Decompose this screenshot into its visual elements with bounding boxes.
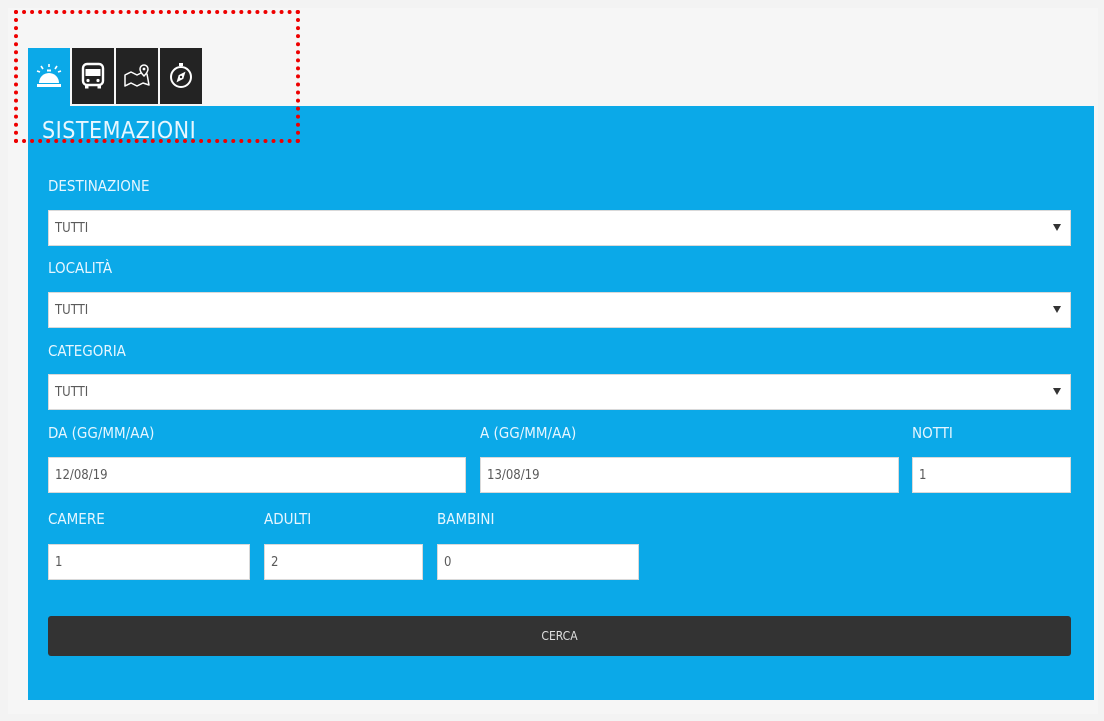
destinazione-select[interactable]: TUTTI [48, 210, 1071, 246]
date-to-label: A (GG/MM/AA) [480, 424, 577, 442]
map-pin-icon [124, 64, 150, 87]
bus-icon [81, 62, 105, 89]
date-from-label: DA (GG/MM/AA) [48, 424, 155, 442]
notti-value: 1 [919, 467, 927, 483]
search-panel: SISTEMAZIONI DESTINAZIONE TUTTI LOCALITÀ… [28, 106, 1094, 700]
adulti-value: 2 [271, 554, 279, 570]
notti-label: NOTTI [912, 424, 953, 442]
dropdown-arrow-icon [1053, 306, 1061, 313]
dropdown-arrow-icon [1053, 388, 1061, 395]
adulti-input[interactable]: 2 [264, 544, 423, 580]
tab-excursions[interactable] [160, 48, 202, 104]
camere-input[interactable]: 1 [48, 544, 250, 580]
date-from-input[interactable]: 12/08/19 [48, 457, 466, 493]
tab-accommodation[interactable] [28, 48, 70, 106]
adulti-label: ADULTI [264, 510, 312, 528]
bambini-value: 0 [444, 554, 452, 570]
categoria-select[interactable]: TUTTI [48, 374, 1071, 410]
localita-value: TUTTI [55, 302, 89, 318]
bambini-label: BAMBINI [437, 510, 495, 528]
search-button[interactable]: CERCA [48, 616, 1071, 656]
destinazione-value: TUTTI [55, 220, 89, 236]
localita-select[interactable]: TUTTI [48, 292, 1071, 328]
dropdown-arrow-icon [1053, 224, 1061, 231]
localita-label: LOCALITÀ [48, 259, 113, 277]
service-bell-icon [36, 64, 62, 87]
panel-title: SISTEMAZIONI [42, 118, 197, 144]
date-to-value: 13/08/19 [487, 467, 540, 483]
bambini-input[interactable]: 0 [437, 544, 639, 580]
tab-tours[interactable] [116, 48, 158, 104]
notti-input[interactable]: 1 [912, 457, 1071, 493]
categoria-value: TUTTI [55, 384, 89, 400]
search-tabs [28, 48, 204, 106]
tab-transport[interactable] [72, 48, 114, 104]
camere-label: CAMERE [48, 510, 105, 528]
categoria-label: CATEGORIA [48, 342, 126, 360]
date-to-input[interactable]: 13/08/19 [480, 457, 899, 493]
date-from-value: 12/08/19 [55, 467, 108, 483]
destinazione-label: DESTINAZIONE [48, 177, 150, 195]
camere-value: 1 [55, 554, 63, 570]
compass-icon [170, 63, 192, 88]
